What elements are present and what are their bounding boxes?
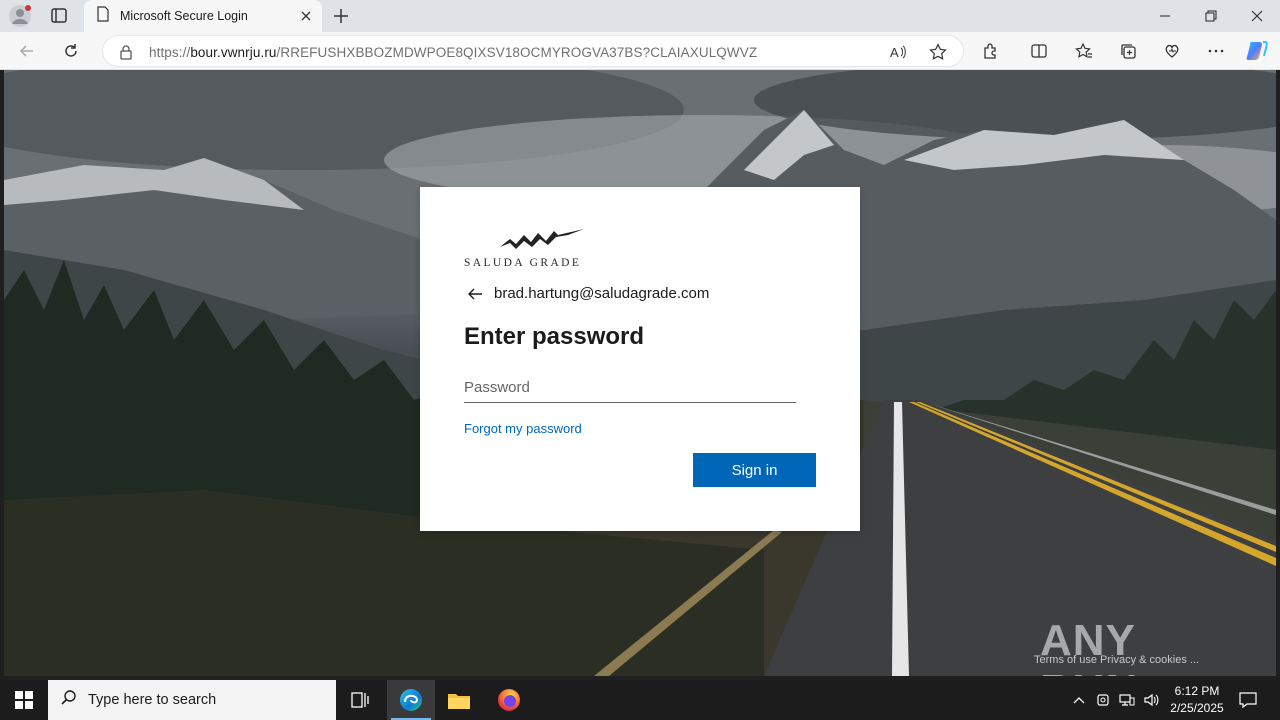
url-text: https://bour.vwnrju.ru/RREFUSHXBBOZMDWPO… <box>149 45 758 60</box>
identity-banner: brad.hartung@saludagrade.com <box>466 285 709 302</box>
edge-icon[interactable] <box>387 680 435 720</box>
network-icon[interactable] <box>1116 680 1138 720</box>
login-card: SALUDA GRADE brad.hartung@saludagrade.co… <box>420 187 860 531</box>
page-title: Enter password <box>464 323 645 350</box>
favorites-icon[interactable] <box>1071 39 1097 63</box>
brand-logo: SALUDA GRADE <box>464 229 586 269</box>
notifications-icon[interactable] <box>1234 680 1262 720</box>
lock-icon[interactable] <box>119 44 133 65</box>
page-icon <box>96 5 110 27</box>
tab-actions-icon[interactable] <box>48 6 70 26</box>
clock-time: 6:12 PM <box>1174 684 1220 698</box>
taskbar-search[interactable]: Type here to search <box>48 680 336 720</box>
minimize-icon[interactable] <box>1142 0 1188 32</box>
tab-active[interactable]: Microsoft Secure Login <box>84 0 322 32</box>
browser-essentials-icon[interactable] <box>1159 39 1185 63</box>
sign-in-button[interactable]: Sign in <box>693 453 816 487</box>
window-close-icon[interactable] <box>1234 0 1280 32</box>
search-icon <box>60 689 78 712</box>
watermark-text: ANY RUN <box>1040 616 1137 676</box>
firefox-icon[interactable] <box>485 680 533 720</box>
page-viewport: SALUDA GRADE brad.hartung@saludagrade.co… <box>4 70 1276 676</box>
tray-overflow-icon[interactable] <box>1068 680 1090 720</box>
task-view-icon[interactable] <box>336 680 384 720</box>
svg-text:A: A <box>890 45 899 60</box>
profile-icon[interactable] <box>8 4 32 28</box>
brand-name: SALUDA GRADE <box>464 257 582 269</box>
browser-toolbar: https://bour.vwnrju.ru/RREFUSHXBBOZMDWPO… <box>0 32 1280 70</box>
windows-start-icon[interactable] <box>0 680 48 720</box>
copilot-icon[interactable] <box>1244 39 1270 63</box>
more-icon[interactable] <box>1203 39 1229 63</box>
volume-icon[interactable] <box>1140 680 1162 720</box>
tab-strip: Microsoft Secure Login <box>0 0 1280 32</box>
usb-device-icon[interactable] <box>1092 680 1114 720</box>
address-bar[interactable]: https://bour.vwnrju.ru/RREFUSHXBBOZMDWPO… <box>102 35 964 67</box>
read-aloud-icon[interactable]: A <box>889 43 907 66</box>
split-screen-icon[interactable] <box>1026 39 1052 63</box>
collections-icon[interactable] <box>1115 39 1141 63</box>
favorite-icon[interactable] <box>929 43 947 66</box>
search-placeholder: Type here to search <box>88 692 217 708</box>
account-email: brad.hartung@saludagrade.com <box>494 285 710 302</box>
back-icon[interactable] <box>14 39 40 63</box>
file-explorer-icon[interactable] <box>435 680 483 720</box>
back-arrow-icon[interactable] <box>466 287 484 301</box>
restore-icon[interactable] <box>1188 0 1234 32</box>
system-clock[interactable]: 6:12 PM 2/25/2025 <box>1162 683 1232 717</box>
extensions-icon[interactable] <box>978 39 1004 63</box>
tab-title: Microsoft Secure Login <box>120 9 248 23</box>
refresh-icon[interactable] <box>58 39 84 63</box>
mountain-logo-icon <box>500 229 584 249</box>
clock-date: 2/25/2025 <box>1170 701 1224 715</box>
forgot-password-link[interactable]: Forgot my password <box>464 421 582 436</box>
password-field[interactable] <box>464 373 796 403</box>
new-tab-icon[interactable] <box>330 6 352 26</box>
anyrun-watermark: ANY RUN <box>1040 608 1240 676</box>
close-icon[interactable] <box>298 8 314 24</box>
taskbar: Type here to search 6:12 PM 2/25/2025 <box>0 680 1280 720</box>
